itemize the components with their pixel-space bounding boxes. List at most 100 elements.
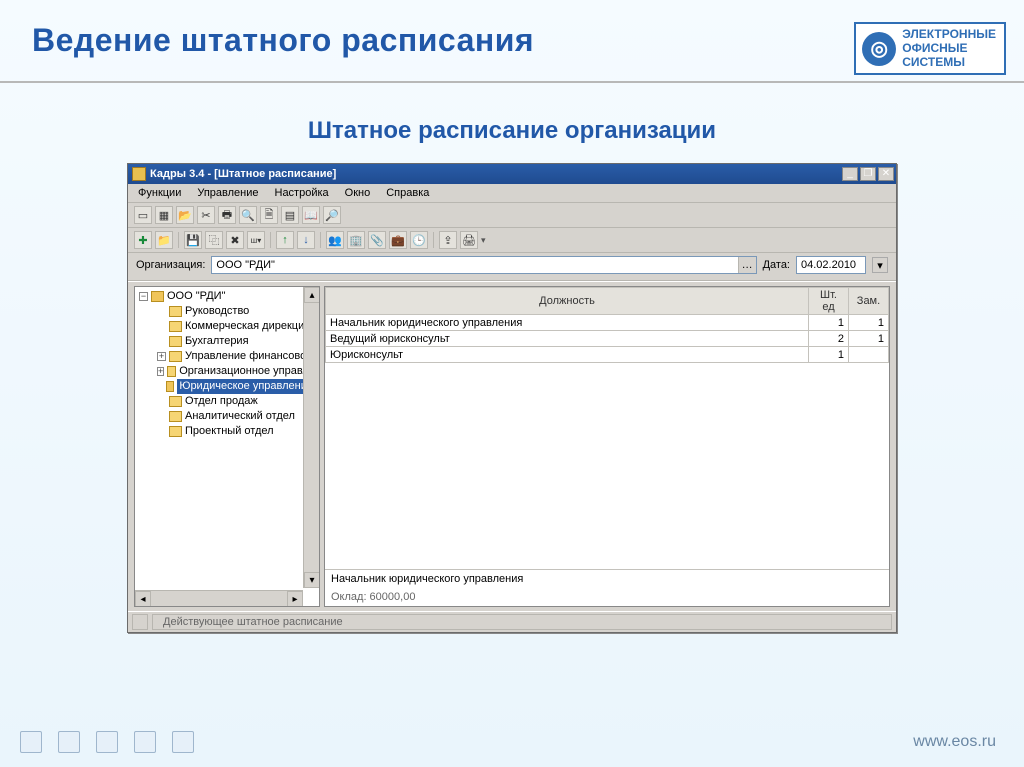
- tree-root[interactable]: − ООО "РДИ": [137, 289, 317, 304]
- clock-icon[interactable]: 🕒: [410, 231, 428, 249]
- separator: [270, 232, 271, 248]
- briefcase-icon[interactable]: 💼: [389, 231, 407, 249]
- folder-icon: [169, 396, 182, 407]
- footer-icon: [134, 731, 156, 753]
- logo-icon: ◎: [862, 32, 896, 66]
- ellipsis-icon[interactable]: …: [738, 257, 756, 273]
- date-input[interactable]: [796, 256, 866, 274]
- add-folder-icon[interactable]: 📁: [155, 231, 173, 249]
- users-icon[interactable]: 👥: [326, 231, 344, 249]
- cut-icon[interactable]: ✂: [197, 206, 215, 224]
- table-empty-area: [325, 363, 889, 569]
- expand-icon[interactable]: +: [157, 367, 164, 376]
- table-row[interactable]: Ведущий юрисконсульт 2 1: [326, 331, 889, 347]
- folder-open-icon[interactable]: 📂: [176, 206, 194, 224]
- positions-panel: Должность Шт. ед Зам. Начальник юридичес…: [324, 286, 890, 607]
- org-tree[interactable]: − ООО "РДИ" Руководство Коммерческая дир…: [134, 286, 320, 607]
- zoom-icon[interactable]: 🔎: [323, 206, 341, 224]
- scrollbar-vertical[interactable]: ▴ ▾: [303, 287, 319, 588]
- tree-node[interactable]: Проектный отдел: [155, 424, 317, 439]
- delete-icon[interactable]: ✖: [226, 231, 244, 249]
- org-input[interactable]: [212, 257, 737, 273]
- menu-settings[interactable]: Настройка: [269, 186, 335, 200]
- slide-subtitle: Штатное расписание организации: [0, 117, 1024, 145]
- org-combo[interactable]: …: [211, 256, 756, 274]
- org-label: Организация:: [136, 259, 205, 271]
- app-icon: [132, 167, 146, 181]
- table-icon[interactable]: ▤: [281, 206, 299, 224]
- toolbar-2: ✚ 📁 💾 ⿻ ✖ ш▾ ↑ ↓ 👥 🏢 📎 💼 🕒 ⇪ 🖨 ▾: [128, 228, 896, 253]
- card-icon[interactable]: ▭: [134, 206, 152, 224]
- toggle-icon[interactable]: ш▾: [247, 231, 265, 249]
- logo-text: ЭЛЕКТРОННЫЕ ОФИСНЫЕ СИСТЕМЫ: [902, 28, 996, 69]
- print-icon[interactable]: 🖶: [218, 206, 236, 224]
- col-subs[interactable]: Зам.: [849, 288, 889, 315]
- print2-icon[interactable]: 🖨: [460, 231, 478, 249]
- col-units[interactable]: Шт. ед: [809, 288, 849, 315]
- menu-management[interactable]: Управление: [191, 186, 264, 200]
- detail-panel: Начальник юридического управления Оклад:…: [325, 569, 889, 606]
- table-row[interactable]: Юрисконсульт 1: [326, 347, 889, 363]
- scrollbar-horizontal[interactable]: ◂ ▸: [135, 590, 303, 606]
- detail-salary: Оклад: 60000,00: [331, 591, 883, 603]
- attach-icon[interactable]: 📎: [368, 231, 386, 249]
- new-icon[interactable]: ✚: [134, 231, 152, 249]
- tree-node[interactable]: Отдел продаж: [155, 394, 317, 409]
- dropdown-icon[interactable]: ▾: [481, 235, 486, 246]
- scroll-right-icon[interactable]: ▸: [287, 591, 303, 607]
- folder-icon: [169, 351, 182, 362]
- book-icon[interactable]: 📖: [302, 206, 320, 224]
- menu-functions[interactable]: Функции: [132, 186, 187, 200]
- document-icon[interactable]: 🗎: [260, 206, 278, 224]
- expand-icon[interactable]: +: [157, 352, 166, 361]
- footer-icon: [20, 731, 42, 753]
- collapse-icon[interactable]: −: [139, 292, 148, 301]
- status-bar: Действующее штатное расписание: [128, 611, 896, 632]
- table-row[interactable]: Начальник юридического управления 1 1: [326, 315, 889, 331]
- status-text: Действующее штатное расписание: [152, 614, 892, 630]
- tree-node[interactable]: +Управление финансовов: [155, 349, 317, 364]
- brand-logo: ◎ ЭЛЕКТРОННЫЕ ОФИСНЫЕ СИСТЕМЫ: [854, 22, 1006, 75]
- toolbar-1: ▭ ▦ 📂 ✂ 🖶 🔍 🗎 ▤ 📖 🔎: [128, 203, 896, 228]
- grid-icon[interactable]: ▦: [155, 206, 173, 224]
- folder-open-icon: [166, 381, 175, 392]
- arrow-down-icon[interactable]: ↓: [297, 231, 315, 249]
- folder-open-icon: [151, 291, 164, 302]
- menu-window[interactable]: Окно: [339, 186, 377, 200]
- scroll-down-icon[interactable]: ▾: [304, 572, 320, 588]
- folder-icon: [169, 306, 182, 317]
- scroll-left-icon[interactable]: ◂: [135, 591, 151, 607]
- org-icon[interactable]: 🏢: [347, 231, 365, 249]
- folder-icon: [169, 426, 182, 437]
- separator: [433, 232, 434, 248]
- search-icon[interactable]: 🔍: [239, 206, 257, 224]
- window-body: − ООО "РДИ" Руководство Коммерческая дир…: [128, 281, 896, 611]
- scroll-up-icon[interactable]: ▴: [304, 287, 320, 303]
- tree-node[interactable]: Аналитический отдел: [155, 409, 317, 424]
- status-cell: [132, 614, 148, 630]
- folder-icon: [167, 366, 176, 377]
- copy-icon[interactable]: ⿻: [205, 231, 223, 249]
- slide-title: Ведение штатного расписания: [32, 22, 854, 59]
- footer-url: www.eos.ru: [913, 733, 996, 751]
- save-icon[interactable]: 💾: [184, 231, 202, 249]
- positions-table[interactable]: Должность Шт. ед Зам. Начальник юридичес…: [325, 287, 889, 363]
- close-button[interactable]: ✕: [878, 167, 894, 181]
- detail-position: Начальник юридического управления: [331, 573, 883, 585]
- tree-node[interactable]: Бухгалтерия: [155, 334, 317, 349]
- arrow-up-icon[interactable]: ↑: [276, 231, 294, 249]
- tree-node[interactable]: +Организационное управле: [155, 364, 317, 379]
- folder-icon: [169, 411, 182, 422]
- tree-node[interactable]: Руководство: [155, 304, 317, 319]
- window-titlebar[interactable]: Кадры 3.4 - [Штатное расписание] _ ❐ ✕: [128, 164, 896, 184]
- minimize-button[interactable]: _: [842, 167, 858, 181]
- export-icon[interactable]: ⇪: [439, 231, 457, 249]
- tree-node[interactable]: Коммерческая дирекция: [155, 319, 317, 334]
- col-position[interactable]: Должность: [326, 288, 809, 315]
- restore-button[interactable]: ❐: [860, 167, 876, 181]
- footer-icon: [96, 731, 118, 753]
- tree-node-selected[interactable]: Юридическое управление: [155, 379, 317, 394]
- calendar-icon[interactable]: ▾: [872, 257, 888, 273]
- menu-bar: Функции Управление Настройка Окно Справк…: [128, 184, 896, 203]
- menu-help[interactable]: Справка: [380, 186, 435, 200]
